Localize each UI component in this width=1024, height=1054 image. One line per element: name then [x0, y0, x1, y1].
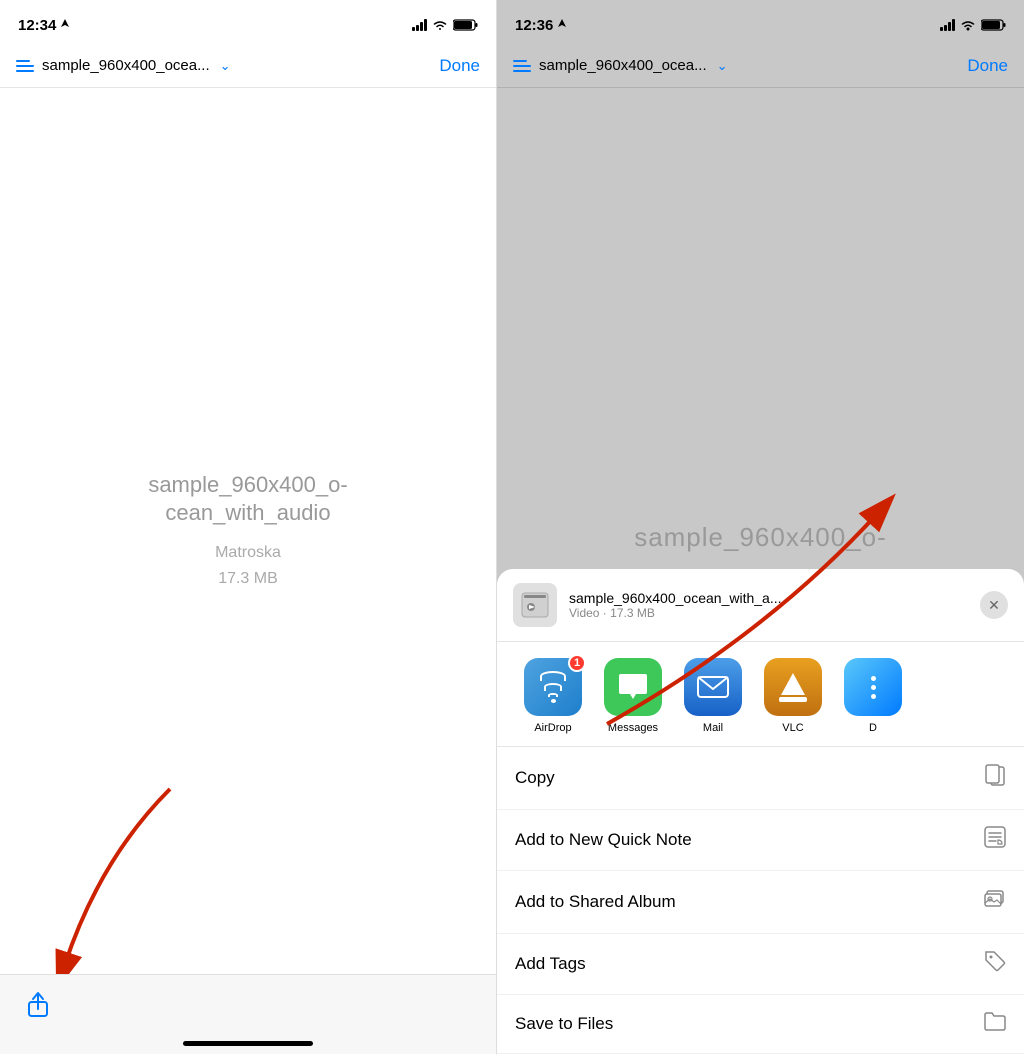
left-content-area: sample_960x400_o- cean_with_audio Matros…	[0, 88, 496, 974]
quick-note-action-row[interactable]: Add to New Quick Note	[497, 810, 1024, 871]
right-status-icons	[940, 19, 1006, 31]
left-time: 12:34	[18, 17, 70, 34]
right-status-bar: 12:36	[497, 0, 1024, 44]
tags-icon	[984, 950, 1006, 978]
share-button[interactable]	[20, 987, 56, 1023]
right-nav-chevron-icon[interactable]: ⌄	[717, 58, 728, 74]
vlc-cone-icon	[781, 673, 805, 695]
airdrop-signal-icon	[540, 671, 566, 703]
mail-app-item[interactable]: Mail	[673, 658, 753, 734]
shared-album-action-row[interactable]: Add to Shared Album	[497, 871, 1024, 934]
left-done-button[interactable]: Done	[439, 56, 480, 76]
more-dots-icon	[871, 676, 876, 699]
left-time-text: 12:34	[18, 17, 56, 34]
airdrop-label: AirDrop	[534, 722, 571, 734]
messages-app-item[interactable]: Messages	[593, 658, 673, 734]
airdrop-badge: 1	[568, 654, 586, 672]
left-status-bar: 12:34	[0, 0, 496, 44]
right-time-text: 12:36	[515, 17, 553, 34]
airdrop-app-item[interactable]: 1 AirDrop	[513, 658, 593, 734]
right-menu-icon[interactable]	[513, 60, 531, 72]
right-phone: 12:36	[497, 0, 1024, 1054]
share-icon	[26, 991, 50, 1019]
left-phone: 12:34	[0, 0, 497, 1054]
vlc-app-item[interactable]: VLC	[753, 658, 833, 734]
battery-icon	[453, 19, 478, 31]
shared-album-icon	[984, 887, 1006, 917]
vlc-base-icon	[779, 697, 807, 702]
file-meta: Matroska 17.3 MB	[215, 540, 281, 591]
mail-label: Mail	[703, 722, 723, 734]
quick-note-label: Add to New Quick Note	[515, 830, 692, 850]
left-nav-title: sample_960x400_ocea...	[42, 57, 210, 74]
right-signal-icon	[940, 19, 955, 31]
more-icon	[844, 658, 902, 716]
messages-label: Messages	[608, 722, 658, 734]
right-wifi-icon	[960, 19, 976, 31]
more-label: D	[869, 722, 877, 734]
vlc-icon	[764, 658, 822, 716]
tag-icon	[984, 950, 1006, 972]
left-status-icons	[412, 19, 478, 31]
share-header: sample_960x400_ocean_with_a... Video · 1…	[497, 569, 1024, 642]
right-nav-bar: sample_960x400_ocea... ⌄ Done	[497, 44, 1024, 88]
left-nav-bar: sample_960x400_ocea... ⌄ Done	[0, 44, 496, 88]
save-files-icon	[984, 1011, 1006, 1037]
more-app-item[interactable]: D	[833, 658, 913, 734]
file-thumbnail	[513, 583, 557, 627]
add-tags-action-row[interactable]: Add Tags	[497, 934, 1024, 995]
video-file-icon	[521, 592, 549, 618]
folder-icon	[984, 1011, 1006, 1031]
messages-icon	[604, 658, 662, 716]
copy-doc-icon	[984, 763, 1006, 787]
airdrop-icon: 1	[524, 658, 582, 716]
messages-bubble-icon	[617, 672, 649, 702]
location-icon	[60, 19, 70, 31]
menu-icon[interactable]	[16, 60, 34, 72]
share-sheet: sample_960x400_ocean_with_a... Video · 1…	[497, 569, 1024, 1054]
share-file-info: sample_960x400_ocean_with_a... Video · 1…	[569, 590, 968, 620]
copy-icon	[984, 763, 1006, 793]
right-nav-title: sample_960x400_ocea...	[539, 57, 707, 74]
share-file-meta: Video · 17.3 MB	[569, 606, 968, 620]
shared-album-label: Add to Shared Album	[515, 892, 676, 912]
quick-note-icon	[984, 826, 1006, 854]
mail-icon	[684, 658, 742, 716]
signal-icon	[412, 19, 427, 31]
nav-chevron-icon[interactable]: ⌄	[220, 58, 231, 74]
right-done-button[interactable]: Done	[967, 56, 1008, 76]
file-name-display: sample_960x400_o- cean_with_audio	[148, 471, 347, 528]
right-battery-icon	[981, 19, 1006, 31]
video-label: sample_960x400_o-	[497, 522, 1024, 553]
copy-action-row[interactable]: Copy	[497, 747, 1024, 810]
mail-envelope-icon	[696, 675, 730, 699]
left-bottom-toolbar	[0, 974, 496, 1054]
right-time: 12:36	[515, 17, 567, 34]
home-indicator	[183, 1041, 313, 1046]
add-tags-label: Add Tags	[515, 954, 586, 974]
save-to-files-action-row[interactable]: Save to Files	[497, 995, 1024, 1054]
vlc-label: VLC	[782, 722, 803, 734]
quick-note-doc-icon	[984, 826, 1006, 848]
album-icon	[984, 887, 1006, 911]
right-location-icon	[557, 19, 567, 31]
copy-label: Copy	[515, 768, 555, 788]
share-file-name: sample_960x400_ocean_with_a...	[569, 590, 909, 606]
wifi-icon	[432, 19, 448, 31]
video-area: sample_960x400_o-	[497, 88, 1024, 569]
app-row: 1 AirDrop Messages	[497, 642, 1024, 747]
save-to-files-label: Save to Files	[515, 1014, 613, 1034]
share-close-button[interactable]: ✕	[980, 591, 1008, 619]
